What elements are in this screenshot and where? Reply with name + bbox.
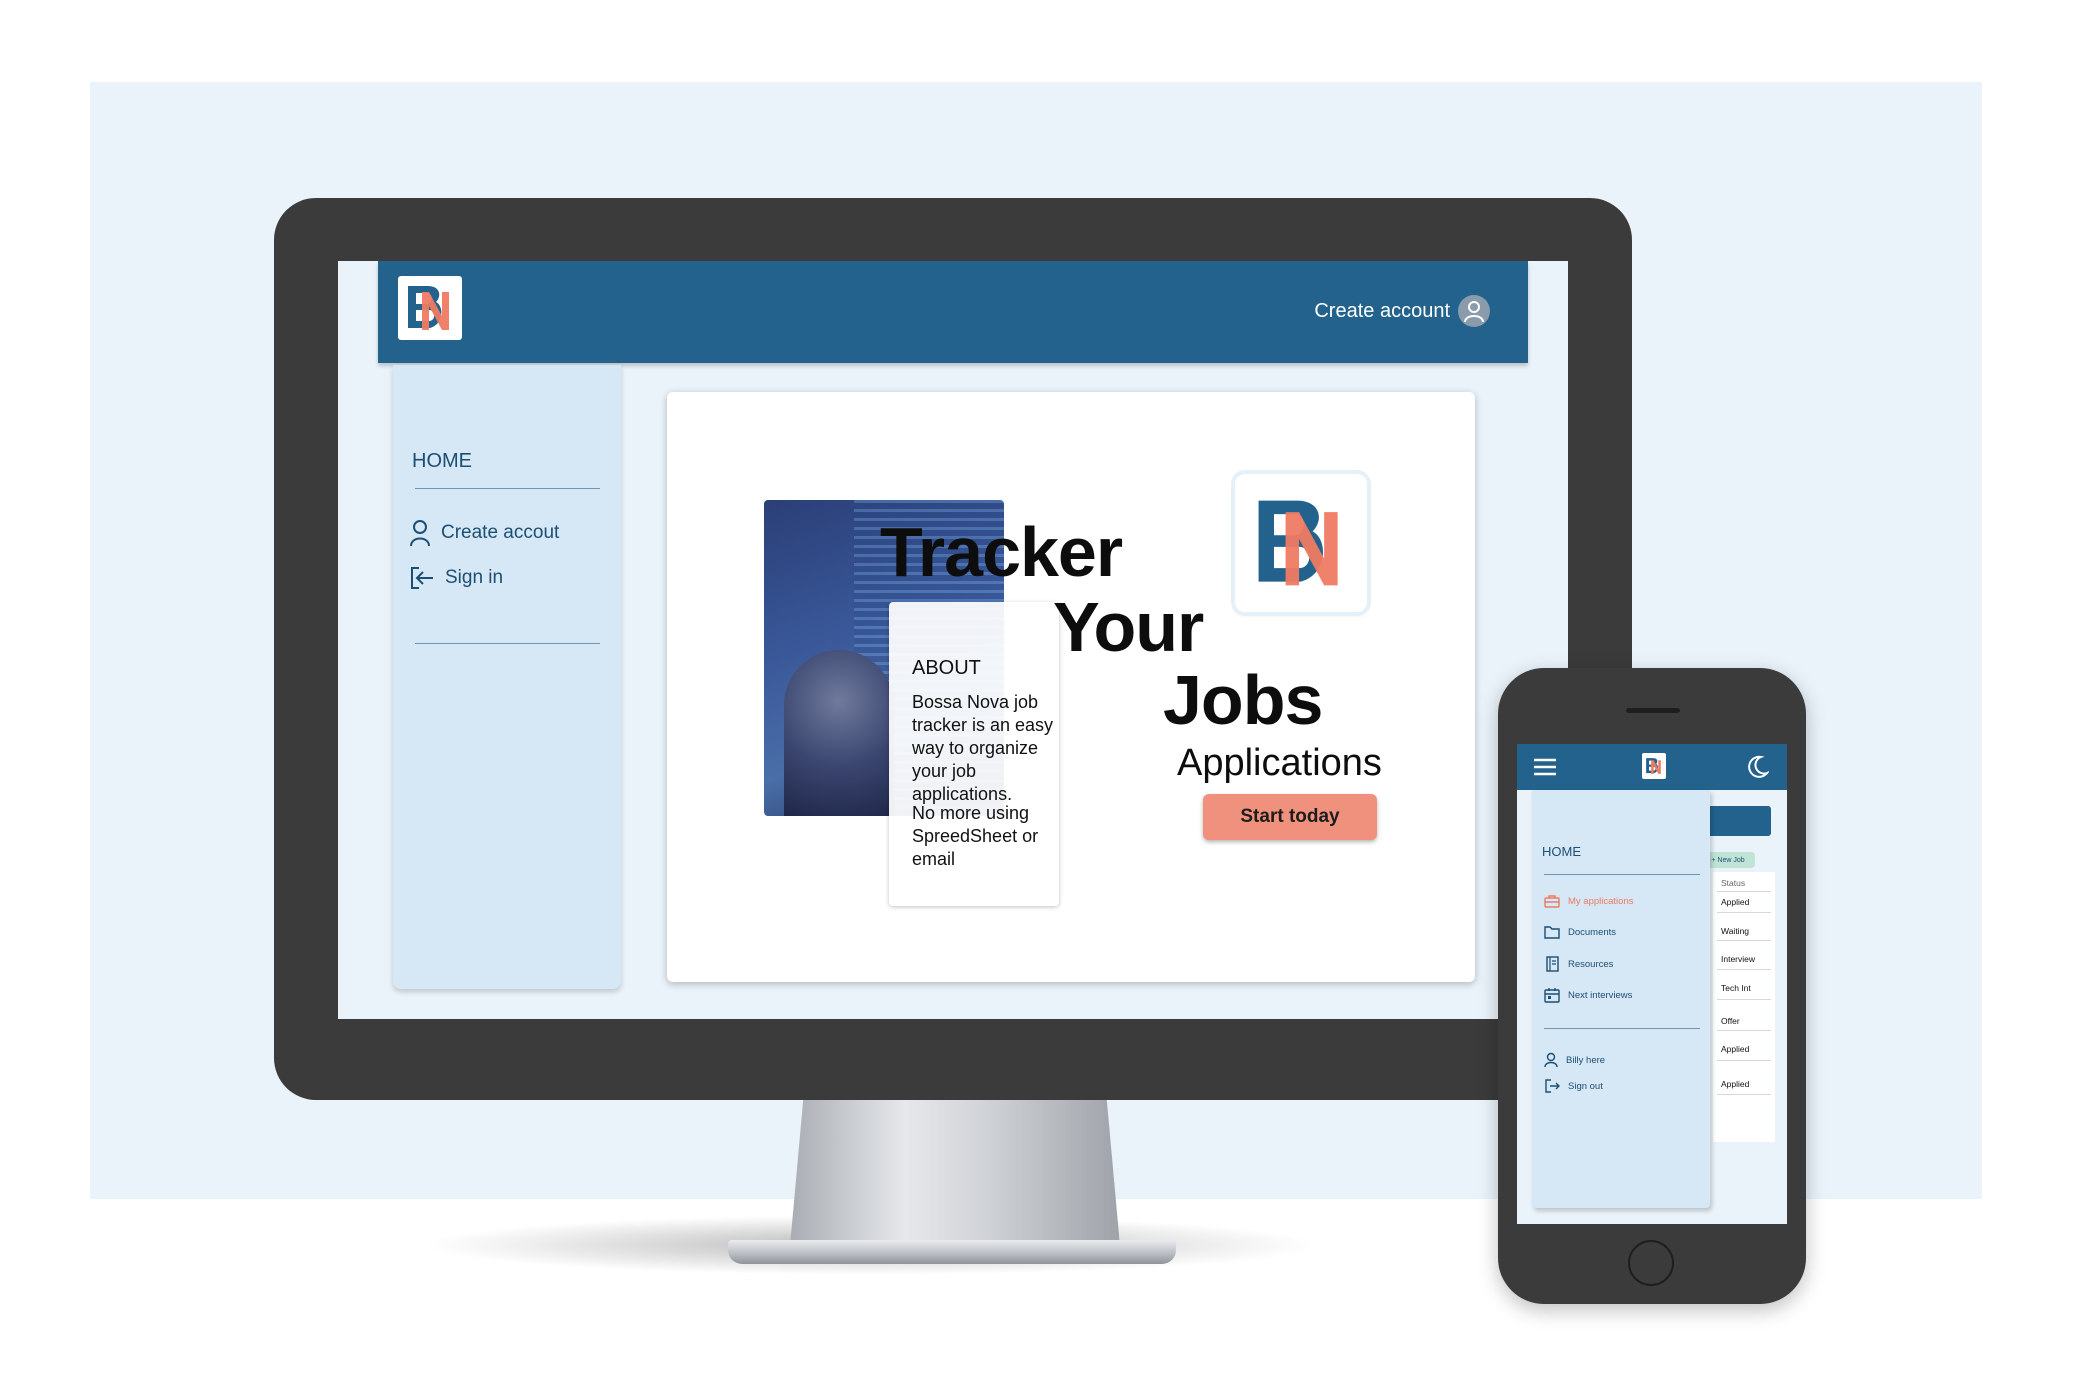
mobile-nav-home[interactable]: HOME [1542,844,1581,859]
sign-out-icon [1545,1079,1560,1093]
table-row[interactable]: Applied [1721,1044,1749,1054]
table-divider [1717,912,1771,913]
hero-title-line3: Jobs [1163,661,1323,739]
nav-item-label: Next interviews [1568,989,1633,1001]
nav-item-my-applications[interactable]: My applications [1544,894,1633,908]
sidebar: HOME Create accout Sign in [393,365,621,989]
table-row[interactable]: Offer [1721,1016,1740,1026]
table-row[interactable]: Applied [1721,897,1749,907]
nav-item-sign-out[interactable]: Sign out [1544,1078,1603,1094]
hamburger-menu-icon[interactable] [1533,758,1557,776]
sidebar-divider [415,643,600,644]
sidebar-item-sign-in[interactable]: Sign in [409,565,503,591]
table-row[interactable]: Waiting [1721,926,1749,936]
bn-logo-icon [1258,500,1338,586]
table-header-status: Status [1721,878,1746,888]
app-logo[interactable] [398,276,462,340]
app-header: Create account [378,261,1528,363]
table-divider [1717,891,1771,892]
table-divider [1717,940,1771,941]
nav-item-label: Documents [1568,926,1617,938]
hero-title-line2: Your [1053,588,1204,666]
about-text-secondary: No more using SpreedSheet or email [912,803,1039,869]
user-icon [410,520,430,547]
nav-item-label: Billy here [1566,1054,1606,1066]
start-today-button[interactable]: Start today [1203,794,1377,840]
create-account-link[interactable]: Create account [1314,295,1490,327]
mobile-screen: + New Job Status Applied Waiting Intervi… [1517,744,1787,1224]
nav-item-account[interactable]: Billy here [1544,1052,1605,1068]
table-divider [1717,1060,1771,1061]
monitor-stand [790,1100,1120,1246]
sidebar-divider [415,488,600,489]
applications-table: Status Applied Waiting Interview Tech In… [1713,872,1775,1142]
hero-subtitle: Applications [1177,742,1382,784]
phone-speaker [1626,708,1680,713]
mobile-nav-drawer: HOME My applications Documents Resources… [1532,790,1710,1208]
about-title: ABOUT [912,657,981,679]
bn-logo-icon [1646,758,1661,774]
sidebar-item-label: Create accout [441,522,560,543]
nav-item-label: My applications [1568,895,1634,907]
about-card: ABOUT Bossa Nova job tracker is an easy … [889,602,1059,906]
table-divider [1717,1094,1771,1095]
folder-icon [1544,926,1560,939]
book-icon [1546,956,1559,972]
bn-logo-icon [408,286,449,330]
table-row[interactable]: Tech Int [1721,983,1751,993]
monitor-base [728,1240,1176,1264]
desktop-screen: Create account HOME Create accout Sign i… [338,261,1568,1019]
hero-title-line1: Tracker [880,513,1123,591]
desktop-monitor: Create account HOME Create accout Sign i… [274,198,1632,1100]
nav-divider [1544,1028,1700,1029]
nav-item-label: Sign out [1568,1080,1603,1092]
calendar-icon [1544,988,1560,1003]
user-icon [1544,1052,1558,1068]
nav-item-next-interviews[interactable]: Next interviews [1544,987,1632,1003]
sidebar-home[interactable]: HOME [412,450,472,473]
sidebar-item-create-account[interactable]: Create accout [409,519,559,547]
hero-logo [1235,474,1367,612]
table-divider [1717,969,1771,970]
nav-divider [1544,874,1700,875]
create-account-label: Create account [1314,299,1450,322]
hero-card: Tracker ABOUT Bossa Nova job tracker is … [667,392,1475,982]
briefcase-icon [1544,895,1560,908]
mobile-phone: + New Job Status Applied Waiting Intervi… [1498,668,1806,1304]
sidebar-item-label: Sign in [445,567,504,588]
phone-home-button[interactable] [1628,1240,1674,1286]
mobile-logo[interactable] [1642,753,1666,779]
nav-item-label: Resources [1568,958,1614,970]
nav-item-documents[interactable]: Documents [1544,925,1616,939]
table-divider [1717,999,1771,1000]
table-row[interactable]: Applied [1721,1079,1749,1089]
table-row[interactable]: Interview [1721,954,1755,964]
dark-mode-moon-icon[interactable] [1745,755,1769,779]
mobile-header [1517,744,1787,790]
mobile-content-header [1707,806,1771,836]
about-text: Bossa Nova job tracker is an easy way to… [912,692,1054,804]
table-divider [1717,1030,1771,1031]
nav-item-resources[interactable]: Resources [1544,956,1613,972]
user-avatar-icon [1458,295,1490,327]
sign-in-icon [411,567,433,589]
